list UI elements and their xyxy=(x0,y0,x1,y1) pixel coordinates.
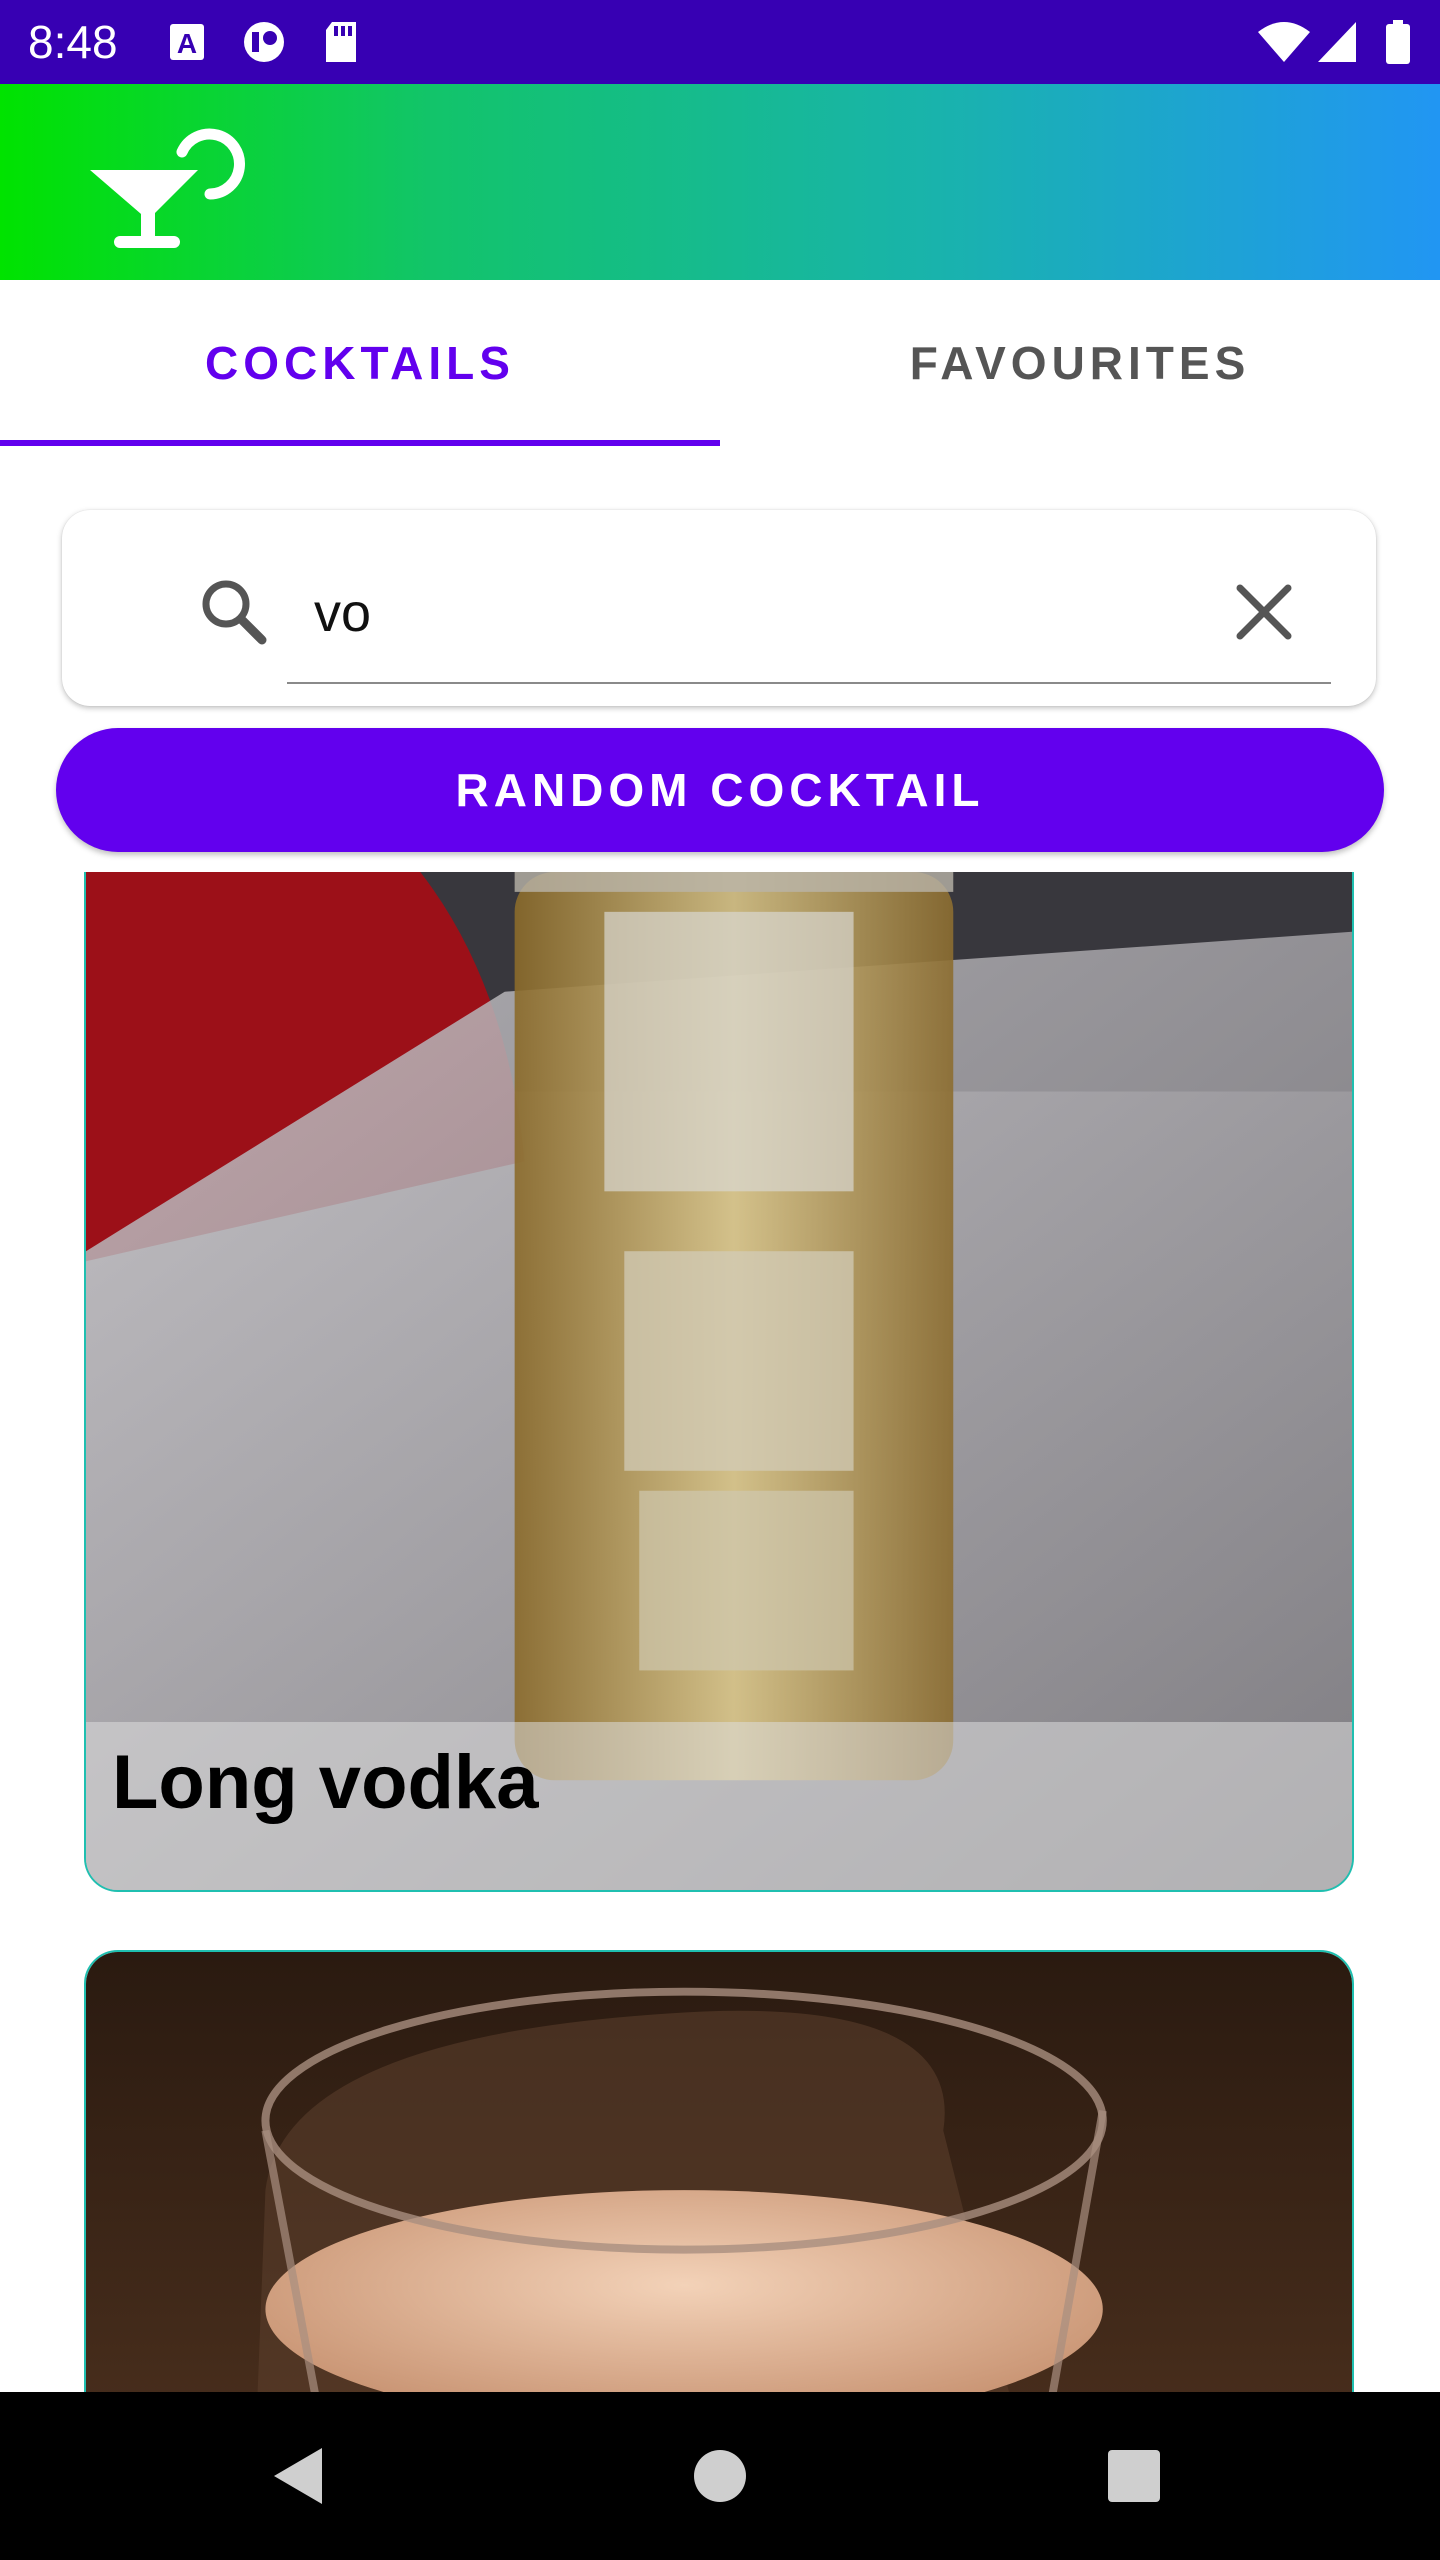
home-icon[interactable] xyxy=(680,2436,760,2516)
search-icon[interactable] xyxy=(194,572,274,652)
random-cocktail-button[interactable]: RANDOM COCKTAIL xyxy=(56,728,1384,852)
app-bar xyxy=(0,84,1440,280)
tab-bar: COCKTAILS FAVOURITES xyxy=(0,280,1440,446)
wifi-icon xyxy=(1258,22,1310,62)
back-icon[interactable] xyxy=(260,2436,340,2516)
text-a-icon: A xyxy=(170,24,204,60)
record-icon xyxy=(244,22,284,62)
battery-icon xyxy=(1386,20,1410,64)
cocktail-list: Long vodka xyxy=(0,872,1440,2392)
search-card: vo xyxy=(62,510,1376,706)
recents-icon[interactable] xyxy=(1094,2436,1174,2516)
tab-favourites[interactable]: FAVOURITES xyxy=(720,280,1440,446)
search-underline xyxy=(287,682,1331,684)
signal-icon xyxy=(1318,22,1356,62)
cocktail-name: Long vodka xyxy=(112,1740,539,1825)
status-bar: 8:48 A xyxy=(0,0,1440,84)
search-input[interactable]: vo xyxy=(314,578,371,648)
cocktail-photo xyxy=(86,1952,1352,2392)
sd-card-icon xyxy=(326,22,356,62)
navigation-bar xyxy=(0,2392,1440,2560)
status-time: 8:48 xyxy=(28,16,118,68)
tab-cocktails[interactable]: COCKTAILS xyxy=(0,280,720,446)
svg-text:A: A xyxy=(177,28,197,59)
close-icon[interactable] xyxy=(1224,572,1304,652)
cocktail-glass-icon xyxy=(90,128,245,248)
tab-indicator xyxy=(0,440,720,446)
card-caption: Long vodka xyxy=(86,1722,1352,1890)
cocktail-card[interactable] xyxy=(84,1950,1354,2392)
cocktail-card[interactable]: Long vodka xyxy=(84,872,1354,1892)
